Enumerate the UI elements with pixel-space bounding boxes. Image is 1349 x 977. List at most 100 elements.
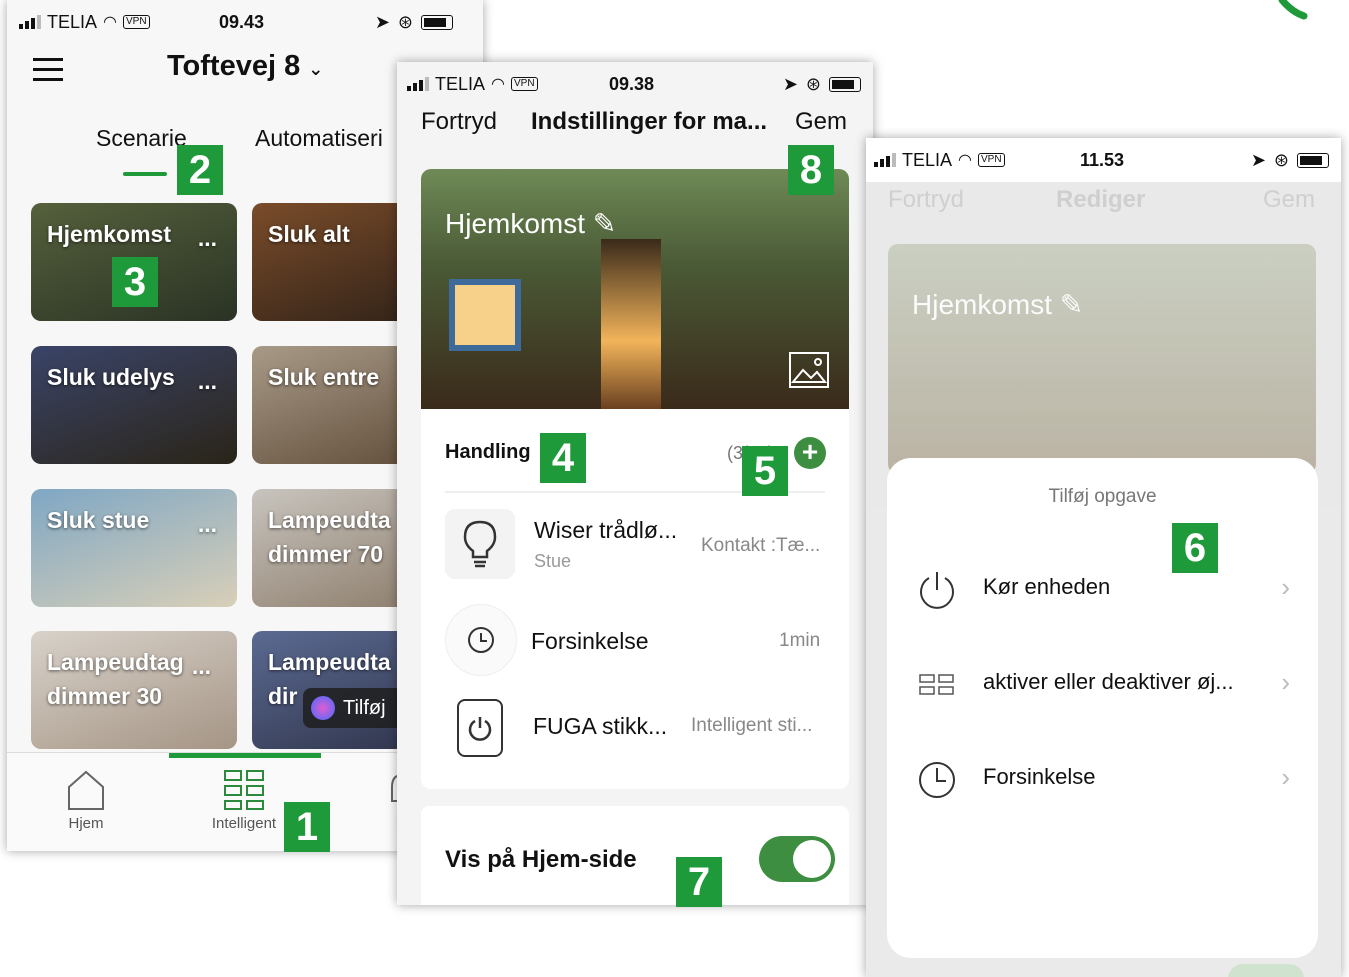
carrier-label: TELIA — [435, 73, 486, 94]
signal-icon — [19, 15, 41, 29]
wifi-icon: ◠ — [491, 76, 505, 93]
house-window — [449, 279, 521, 351]
power-icon — [457, 699, 503, 757]
scene-tile-sluk-stue[interactable]: Sluk stue ... — [31, 489, 237, 607]
add-task-sheet: Tilføj opgave Kør enheden › aktiver elle… — [887, 458, 1318, 958]
page-title: Toftevej 8 — [167, 50, 301, 82]
page-title: Indstillinger for ma... — [531, 108, 768, 135]
option-run-device[interactable]: Kør enheden › — [887, 550, 1318, 630]
marker-1: 1 — [284, 802, 330, 852]
more-icon[interactable]: ... — [192, 649, 211, 683]
carrier-label: TELIA — [902, 149, 953, 170]
scene-title: Hjemkomst — [912, 289, 1053, 320]
save-button[interactable]: Gem — [795, 108, 847, 136]
tile-label: Sluk entre — [268, 364, 380, 390]
marker-2: 2 — [177, 145, 223, 195]
tab-underline — [123, 172, 167, 176]
marker-6: 6 — [1172, 523, 1218, 573]
siri-icon — [311, 696, 335, 720]
status-bar: TELIA ◠ VPN 11.53 ➤ ⊛ — [866, 138, 1341, 182]
option-delay[interactable]: Forsinkelse › — [887, 740, 1318, 820]
tile-sublabel: dir — [268, 683, 298, 709]
marker-8: 8 — [788, 145, 834, 195]
cancel-button[interactable]: Fortryd — [888, 186, 964, 214]
tile-label: Sluk alt — [268, 221, 350, 247]
pencil-icon: ✎ — [1059, 289, 1084, 320]
add-action-button[interactable]: + — [794, 437, 826, 469]
marker-3: 3 — [112, 257, 158, 307]
home-visibility-card: Vis på Hjem-side — [421, 806, 849, 905]
chevron-right-icon: › — [1281, 762, 1290, 792]
option-toggle-automation[interactable]: aktiver eller deaktiver øj... › — [887, 645, 1318, 725]
siri-label: Tilføj — [343, 696, 386, 719]
power-icon — [920, 572, 954, 609]
tile-label: Lampeudta — [268, 649, 391, 675]
action-title: FUGA stikk... — [533, 713, 668, 739]
location-icon: ➤ — [1250, 149, 1266, 170]
house-door — [601, 239, 661, 409]
chevron-down-icon: ⌄ — [308, 59, 324, 79]
battery-icon — [1297, 152, 1329, 168]
carrier-label: TELIA — [47, 11, 98, 32]
tab-active-indicator — [169, 753, 321, 758]
home-visibility-toggle[interactable] — [759, 836, 835, 882]
nav-hjem[interactable]: Hjem — [11, 769, 161, 832]
tile-label: Sluk udelys — [47, 364, 175, 390]
tile-label: Lampeudtag — [47, 649, 184, 675]
tile-label: Lampeudta — [268, 507, 391, 533]
tile-sublabel: dimmer 70 — [268, 541, 384, 567]
scene-tile-sluk-udelys[interactable]: Sluk udelys ... — [31, 346, 237, 464]
lock-rotation-icon: ⊛ — [1273, 149, 1289, 170]
action-value: Intelligent sti... — [691, 715, 813, 736]
toggle-peek — [1228, 964, 1304, 977]
action-row[interactable]: FUGA stikk... Intelligent sti... — [421, 687, 849, 779]
status-bar: TELIA ◠ VPN 09.43 ➤ ⊛ — [7, 0, 483, 44]
status-bar: TELIA ◠ VPN 09.38 ➤ ⊛ — [397, 62, 873, 106]
cancel-button[interactable]: Fortryd — [421, 108, 497, 136]
chevron-right-icon: › — [1281, 667, 1290, 697]
location-icon: ➤ — [374, 11, 390, 32]
page-title: Rediger — [1056, 186, 1146, 213]
scene-hero-image: Hjemkomst ✎ — [888, 244, 1316, 474]
sheet-title: Tilføj opgave — [1048, 486, 1157, 507]
signal-icon — [407, 77, 429, 91]
battery-icon — [829, 76, 861, 92]
scene-title: Hjemkomst — [445, 208, 586, 239]
phone-add-task: TELIA ◠ VPN 11.53 ➤ ⊛ Fortryd Rediger Ge… — [866, 138, 1341, 977]
tab-automatisering[interactable]: Automatiseri — [255, 125, 383, 152]
tab-scenarie[interactable]: Scenarie — [96, 125, 187, 152]
scene-tile-lampeudtag-30[interactable]: Lampeudtag dimmer 30 ... — [31, 631, 237, 749]
more-icon[interactable]: ... — [198, 507, 217, 541]
action-title: Forsinkelse — [531, 628, 649, 654]
vpn-badge: VPN — [123, 15, 150, 29]
wifi-icon: ◠ — [958, 152, 972, 169]
vpn-badge: VPN — [511, 77, 538, 91]
lock-rotation-icon: ⊛ — [397, 11, 413, 32]
scene-hero-image[interactable]: Hjemkomst ✎ — [421, 169, 849, 409]
action-title: Wiser trådlø... — [534, 517, 678, 543]
wifi-icon: ◠ — [103, 14, 117, 31]
save-button[interactable]: Gem — [1263, 186, 1315, 214]
vpn-badge: VPN — [978, 153, 1005, 167]
clock-icon — [445, 604, 517, 676]
marker-4: 4 — [540, 433, 586, 483]
pencil-icon[interactable]: ✎ — [593, 208, 616, 239]
option-label: aktiver eller deaktiver øj... — [983, 669, 1234, 694]
marker-7: 7 — [676, 857, 722, 907]
grid-icon — [919, 674, 954, 695]
action-row[interactable]: Forsinkelse 1min — [421, 594, 849, 686]
status-time: 09.38 — [609, 73, 655, 94]
image-icon[interactable] — [789, 352, 829, 388]
action-row[interactable]: Wiser trådlø... Stue Kontakt :Tæ... — [421, 499, 849, 591]
more-icon[interactable]: ... — [198, 221, 217, 255]
section-title: Handling — [445, 441, 531, 463]
status-time: 11.53 — [1080, 149, 1125, 170]
partial-icon — [1278, 0, 1308, 20]
more-icon[interactable]: ... — [198, 364, 217, 398]
menu-button[interactable] — [33, 58, 63, 82]
tile-sublabel: dimmer 30 — [47, 683, 163, 709]
marker-5: 5 — [742, 446, 788, 496]
home-selector[interactable]: Toftevej 8 ⌄ — [167, 50, 323, 83]
lightbulb-icon — [445, 509, 515, 579]
lock-rotation-icon: ⊛ — [805, 73, 821, 94]
